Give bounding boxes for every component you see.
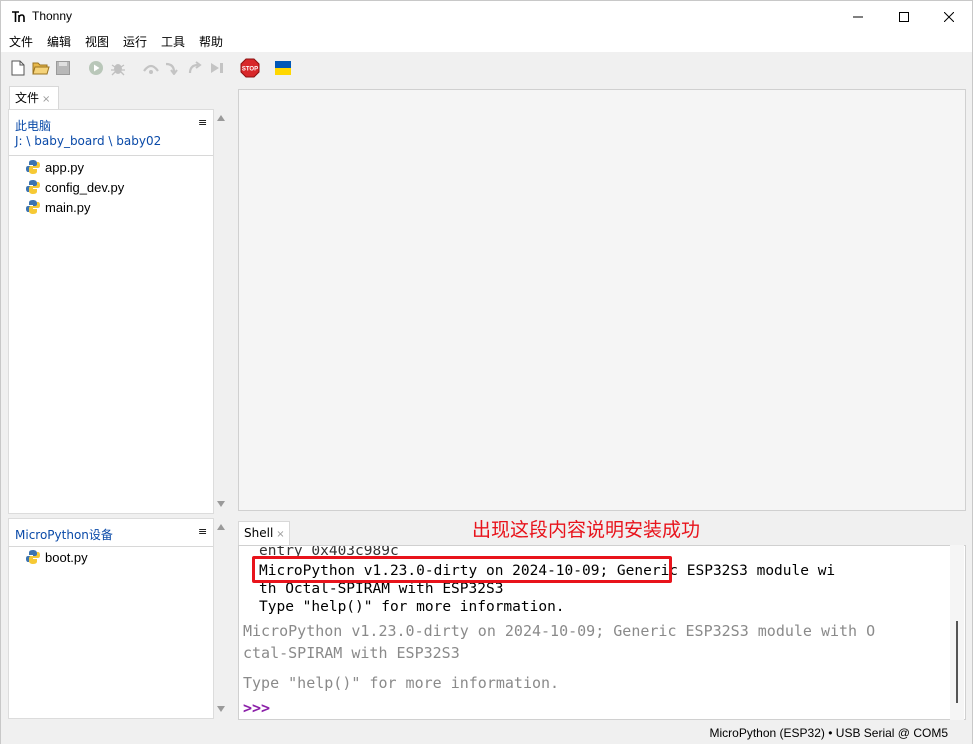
file-name: boot.py	[45, 549, 88, 565]
menu-file[interactable]: 文件	[9, 34, 33, 50]
device-pane-scrollbar[interactable]	[214, 518, 228, 719]
file-item-main[interactable]: main.py	[25, 197, 91, 217]
file-name: app.py	[45, 159, 85, 175]
scroll-up-icon[interactable]	[217, 115, 225, 121]
thonny-window: Thonny 文件 编辑 视图 运行 工具 帮助 STOP 文件 × 此电脑 J…	[0, 0, 973, 744]
computer-pane-scrollbar[interactable]	[214, 109, 228, 514]
computer-pane-menu-icon[interactable]: ≡	[198, 117, 207, 129]
minimize-icon	[853, 16, 863, 17]
scrollbar-thumb[interactable]	[956, 621, 958, 703]
repl-prompt[interactable]: >>>	[243, 699, 270, 717]
window-title: Thonny	[32, 9, 73, 23]
tab-files[interactable]: 文件 ×	[9, 86, 59, 110]
device-pane-menu-icon[interactable]: ≡	[198, 526, 207, 538]
step-over-icon[interactable]	[142, 59, 160, 77]
python-file-icon	[26, 180, 40, 194]
device-header[interactable]: MicroPython设备	[15, 526, 113, 543]
shell-banner-line: ctal-SPIRAM with ESP32S3	[243, 644, 460, 662]
python-file-icon	[26, 160, 40, 174]
toolbar: STOP	[1, 52, 972, 84]
computer-files-pane: 此电脑 J: \ baby_board \ baby02 ≡ app.py co…	[8, 109, 214, 514]
close-icon	[944, 11, 954, 22]
tab-files-label: 文件	[15, 91, 40, 105]
scroll-down-icon[interactable]	[217, 501, 225, 507]
thonny-logo-icon	[11, 10, 25, 24]
tab-shell-close-icon[interactable]: ×	[276, 529, 284, 540]
python-file-icon	[26, 550, 40, 564]
python-file-icon	[26, 200, 40, 214]
computer-path-breadcrumb[interactable]: J: \ baby_board \ baby02	[15, 134, 161, 148]
highlight-box	[252, 556, 672, 583]
menu-bar: 文件 编辑 视图 运行 工具 帮助	[1, 32, 972, 52]
menu-edit[interactable]: 编辑	[47, 34, 71, 50]
status-bar: MicroPython (ESP32) • USB Serial @ COM5	[1, 722, 972, 744]
run-icon[interactable]	[87, 59, 105, 77]
scroll-down-icon[interactable]	[217, 706, 225, 712]
tab-shell-label: Shell	[244, 526, 274, 540]
annotation-text: 出现这段内容说明安装成功	[472, 519, 701, 541]
debug-icon[interactable]	[109, 59, 127, 77]
step-into-icon[interactable]	[164, 59, 182, 77]
close-button[interactable]	[926, 1, 972, 32]
file-item-boot[interactable]: boot.py	[25, 547, 88, 567]
status-separator: •	[828, 726, 833, 740]
maximize-button[interactable]	[881, 1, 927, 32]
step-out-icon[interactable]	[186, 59, 204, 77]
shell-banner-line: Type "help()" for more information.	[243, 674, 560, 692]
scroll-up-icon[interactable]	[217, 524, 225, 530]
menu-help[interactable]: 帮助	[199, 34, 223, 50]
open-file-icon[interactable]	[32, 59, 50, 77]
pane-divider	[9, 155, 213, 156]
file-name: main.py	[45, 199, 91, 215]
tab-files-close-icon[interactable]: ×	[42, 94, 50, 105]
interpreter-status[interactable]: MicroPython (ESP32) • USB Serial @ COM5	[710, 726, 949, 740]
menu-view[interactable]: 视图	[85, 34, 109, 50]
resume-icon[interactable]	[208, 59, 226, 77]
menu-run[interactable]: 运行	[123, 34, 147, 50]
maximize-icon	[899, 11, 909, 22]
interpreter-label: MicroPython (ESP32)	[709, 726, 825, 740]
new-file-icon[interactable]	[9, 59, 27, 77]
shell-output-line: Type "help()" for more information.	[259, 599, 565, 615]
svg-text:STOP: STOP	[242, 67, 258, 73]
device-files-pane: MicroPython设备 ≡ boot.py	[8, 518, 214, 719]
title-bar: Thonny	[1, 1, 972, 32]
save-icon[interactable]	[54, 59, 72, 77]
stop-icon[interactable]: STOP	[240, 58, 260, 78]
ukraine-flag-icon[interactable]	[274, 59, 292, 77]
computer-header[interactable]: 此电脑	[15, 117, 51, 134]
editor-area[interactable]	[238, 89, 966, 511]
menu-tools[interactable]: 工具	[161, 34, 185, 50]
port-label: USB Serial @ COM5	[835, 726, 948, 740]
tab-shell[interactable]: Shell ×	[238, 521, 290, 545]
shell-scrollbar[interactable]	[950, 545, 964, 720]
file-item-app[interactable]: app.py	[25, 157, 84, 177]
file-name: config_dev.py	[45, 179, 125, 195]
file-item-config-dev[interactable]: config_dev.py	[25, 177, 124, 197]
minimize-button[interactable]	[835, 1, 881, 32]
